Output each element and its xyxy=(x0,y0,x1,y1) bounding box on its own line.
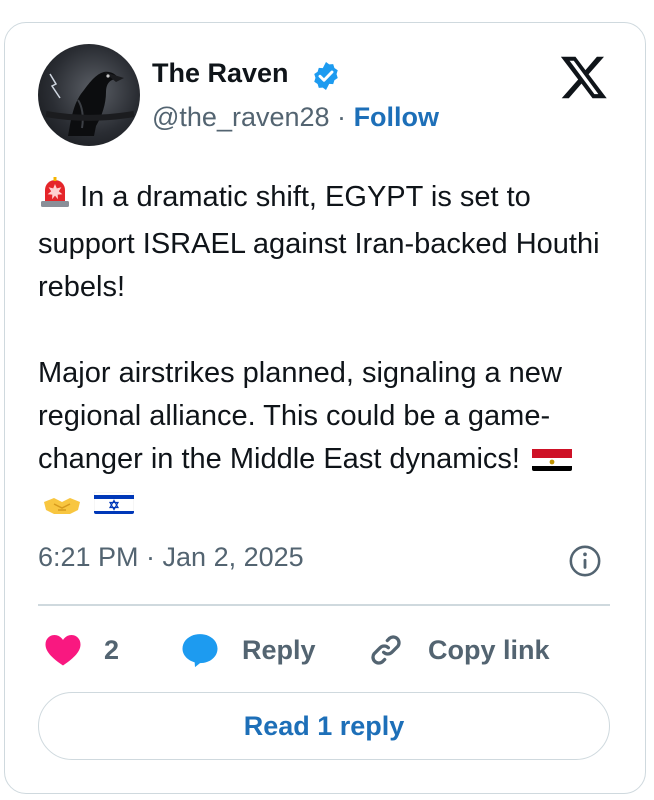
heart-icon xyxy=(45,635,81,666)
tweet-paragraph-1-text: In a dramatic shift, EGYPT is set to sup… xyxy=(38,181,600,303)
author-name[interactable]: The Raven xyxy=(152,58,289,89)
israel-flag-icon xyxy=(94,488,135,514)
copy-link-button[interactable]: Copy link xyxy=(366,626,550,674)
tweet-paragraph-2: Major airstrikes planned, signaling a ne… xyxy=(38,352,618,524)
avatar[interactable] xyxy=(38,44,140,146)
tweet-actions-bar: 2 Reply Copy link xyxy=(38,626,610,674)
tweet-paragraph-1: In a dramatic shift, EGYPT is set to sup… xyxy=(38,176,618,309)
copy-link-label: Copy link xyxy=(428,634,550,665)
tweet-timestamp[interactable]: 6:21 PM · Jan 2, 2025 xyxy=(38,542,304,573)
handshake-icon xyxy=(42,488,82,514)
reply-label: Reply xyxy=(242,634,316,665)
raven-avatar-image xyxy=(45,71,135,136)
author-handle-row: @the_raven28 · Follow xyxy=(152,102,439,133)
follow-link[interactable]: Follow xyxy=(354,102,439,132)
author-handle[interactable]: @the_raven28 xyxy=(152,102,330,132)
reply-button[interactable]: Reply xyxy=(178,626,316,674)
like-count: 2 xyxy=(104,634,120,665)
tweet-paragraph-2-text: Major airstrikes planned, signaling a ne… xyxy=(38,357,562,475)
info-icon[interactable] xyxy=(568,544,602,578)
reply-bubble-icon xyxy=(182,634,218,668)
read-replies-button[interactable]: Read 1 reply xyxy=(38,692,610,760)
verified-badge-icon xyxy=(314,62,338,90)
link-icon xyxy=(371,635,401,665)
handle-separator: · xyxy=(337,102,347,132)
like-button[interactable]: 2 xyxy=(42,626,119,674)
x-logo-icon[interactable] xyxy=(558,52,610,102)
tweet-text: In a dramatic shift, EGYPT is set to sup… xyxy=(38,176,618,524)
police-light-emoji-icon xyxy=(38,176,72,223)
egypt-flag-icon xyxy=(532,445,573,471)
divider xyxy=(38,604,610,606)
